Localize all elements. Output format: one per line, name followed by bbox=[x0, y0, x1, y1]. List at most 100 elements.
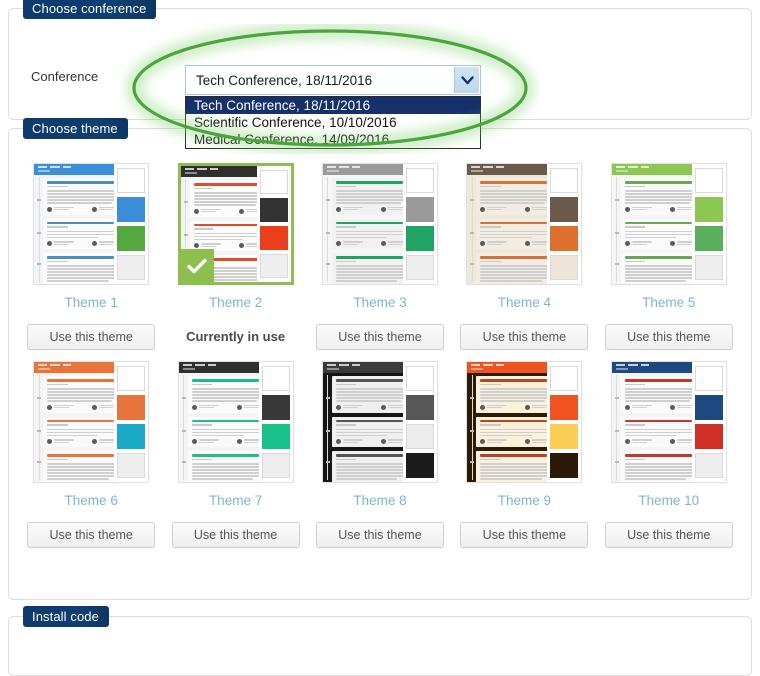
theme-color-swatch bbox=[405, 366, 434, 392]
theme-cell: Theme 1 Use this theme bbox=[19, 155, 163, 353]
theme-color-swatch bbox=[117, 395, 146, 420]
theme-name-label: Theme 8 bbox=[353, 493, 407, 508]
theme-color-swatch bbox=[405, 395, 434, 420]
theme-color-swatch bbox=[694, 197, 723, 222]
theme-color-swatch bbox=[550, 366, 579, 392]
theme-swatch-panel bbox=[691, 164, 726, 284]
theme-name-label: Theme 10 bbox=[638, 493, 700, 508]
theme-color-swatch bbox=[117, 424, 146, 449]
use-this-theme-button[interactable]: Use this theme bbox=[27, 324, 156, 350]
theme-color-swatch bbox=[117, 226, 146, 251]
theme-swatch-panel bbox=[691, 362, 726, 482]
theme-swatch-panel bbox=[258, 362, 293, 482]
theme-cell: Theme 5 Use this theme bbox=[597, 155, 741, 353]
choose-theme-panel: Choose theme Theme 1 Use this theme Theme … bbox=[8, 118, 752, 600]
theme-color-swatch bbox=[117, 197, 146, 222]
theme-name-label: Theme 1 bbox=[64, 295, 118, 310]
theme-cell: Theme 7 Use this theme bbox=[163, 353, 307, 548]
theme-cell: Theme 10 Use this theme bbox=[597, 353, 741, 548]
use-this-theme-button[interactable]: Use this theme bbox=[604, 324, 733, 350]
theme-thumbnail[interactable] bbox=[177, 163, 294, 285]
theme-color-swatch bbox=[694, 452, 723, 478]
theme-color-swatch bbox=[261, 366, 290, 392]
theme-thumbnail[interactable] bbox=[177, 361, 294, 483]
theme-cell: Theme 4 Use this theme bbox=[452, 155, 596, 353]
theme-thumbnail[interactable] bbox=[321, 361, 438, 483]
theme-color-swatch bbox=[550, 424, 579, 450]
theme-color-swatch bbox=[405, 453, 434, 478]
theme-color-swatch bbox=[694, 366, 723, 392]
choose-theme-header: Choose theme bbox=[23, 118, 128, 139]
theme-name-label: Theme 9 bbox=[497, 493, 551, 508]
use-this-theme-button[interactable]: Use this theme bbox=[460, 522, 589, 548]
theme-color-swatch bbox=[694, 168, 723, 194]
use-this-theme-button[interactable]: Use this theme bbox=[460, 324, 589, 350]
conference-selected-value: Tech Conference, 18/11/2016 bbox=[196, 72, 373, 88]
theme-color-swatch bbox=[550, 395, 579, 421]
theme-color-swatch bbox=[694, 254, 723, 280]
theme-color-swatch bbox=[117, 452, 146, 478]
theme-thumbnail[interactable] bbox=[33, 163, 150, 285]
conference-option[interactable]: Medical Conference, 14/09/2016 bbox=[186, 131, 480, 148]
use-this-theme-button[interactable]: Use this theme bbox=[604, 522, 733, 548]
theme-color-swatch bbox=[261, 452, 290, 478]
theme-color-swatch bbox=[261, 395, 290, 420]
theme-thumbnail[interactable] bbox=[466, 163, 583, 285]
theme-cell: Theme 9 Use this theme bbox=[452, 353, 596, 548]
theme-swatch-panel bbox=[114, 362, 149, 482]
check-icon bbox=[180, 249, 214, 282]
theme-color-swatch bbox=[550, 254, 579, 280]
theme-color-swatch bbox=[259, 253, 288, 278]
choose-conference-panel: Choose conference Conference Tech Confer… bbox=[8, 0, 752, 149]
install-code-header: Install code bbox=[23, 606, 109, 627]
theme-swatch-panel bbox=[547, 164, 582, 284]
theme-swatch-panel bbox=[402, 164, 437, 284]
theme-color-swatch bbox=[117, 168, 146, 194]
theme-color-swatch bbox=[405, 424, 434, 450]
theme-thumbnail[interactable] bbox=[610, 361, 727, 483]
theme-color-swatch bbox=[117, 254, 146, 280]
theme-thumbnail[interactable] bbox=[33, 361, 150, 483]
theme-thumbnail[interactable] bbox=[610, 163, 727, 285]
theme-name-label: Theme 4 bbox=[497, 295, 551, 310]
theme-color-swatch bbox=[550, 197, 579, 222]
theme-color-swatch bbox=[259, 170, 288, 195]
theme-color-swatch bbox=[405, 226, 434, 251]
theme-name-label: Theme 5 bbox=[642, 295, 696, 310]
conference-select-box[interactable]: Tech Conference, 18/11/2016 bbox=[185, 65, 481, 95]
use-this-theme-button[interactable]: Use this theme bbox=[27, 522, 156, 548]
use-this-theme-button[interactable]: Use this theme bbox=[171, 522, 300, 548]
theme-color-swatch bbox=[405, 168, 434, 194]
theme-color-swatch bbox=[694, 226, 723, 251]
currently-in-use-label: Currently in use bbox=[186, 329, 286, 344]
theme-swatch-panel bbox=[547, 362, 582, 482]
theme-color-swatch bbox=[550, 168, 579, 194]
theme-thumbnail[interactable] bbox=[466, 361, 583, 483]
chevron-down-icon[interactable] bbox=[454, 67, 479, 93]
theme-cell: Theme 6 Use this theme bbox=[19, 353, 163, 548]
theme-swatch-panel bbox=[114, 164, 149, 284]
theme-color-swatch bbox=[405, 254, 434, 280]
theme-name-label: Theme 6 bbox=[64, 493, 118, 508]
theme-name-label: Theme 3 bbox=[353, 295, 407, 310]
theme-color-swatch bbox=[259, 226, 288, 250]
conference-option[interactable]: Scientific Conference, 10/10/2016 bbox=[186, 114, 480, 131]
theme-color-swatch bbox=[261, 424, 290, 449]
conference-select[interactable]: Tech Conference, 18/11/2016 Tech Confere… bbox=[185, 65, 481, 149]
use-this-theme-button[interactable]: Use this theme bbox=[315, 324, 444, 350]
theme-color-swatch bbox=[550, 453, 579, 479]
theme-swatch-panel bbox=[256, 166, 291, 282]
theme-color-swatch bbox=[259, 198, 288, 222]
conference-option[interactable]: Tech Conference, 18/11/2016 bbox=[186, 97, 480, 114]
theme-name-label: Theme 2 bbox=[208, 295, 263, 310]
theme-thumbnail[interactable] bbox=[321, 163, 438, 285]
theme-grid: Theme 1 Use this theme Theme 2 Currently in… bbox=[19, 155, 741, 548]
theme-swatch-panel bbox=[402, 362, 437, 482]
install-code-panel: Install code bbox=[8, 606, 752, 676]
use-this-theme-button[interactable]: Use this theme bbox=[315, 522, 444, 548]
theme-name-label: Theme 7 bbox=[208, 493, 263, 508]
choose-conference-header: Choose conference bbox=[23, 0, 157, 19]
conference-options-list[interactable]: Tech Conference, 18/11/2016 Scientific C… bbox=[185, 96, 481, 149]
theme-color-swatch bbox=[117, 366, 146, 392]
theme-cell: Theme 3 Use this theme bbox=[308, 155, 452, 353]
